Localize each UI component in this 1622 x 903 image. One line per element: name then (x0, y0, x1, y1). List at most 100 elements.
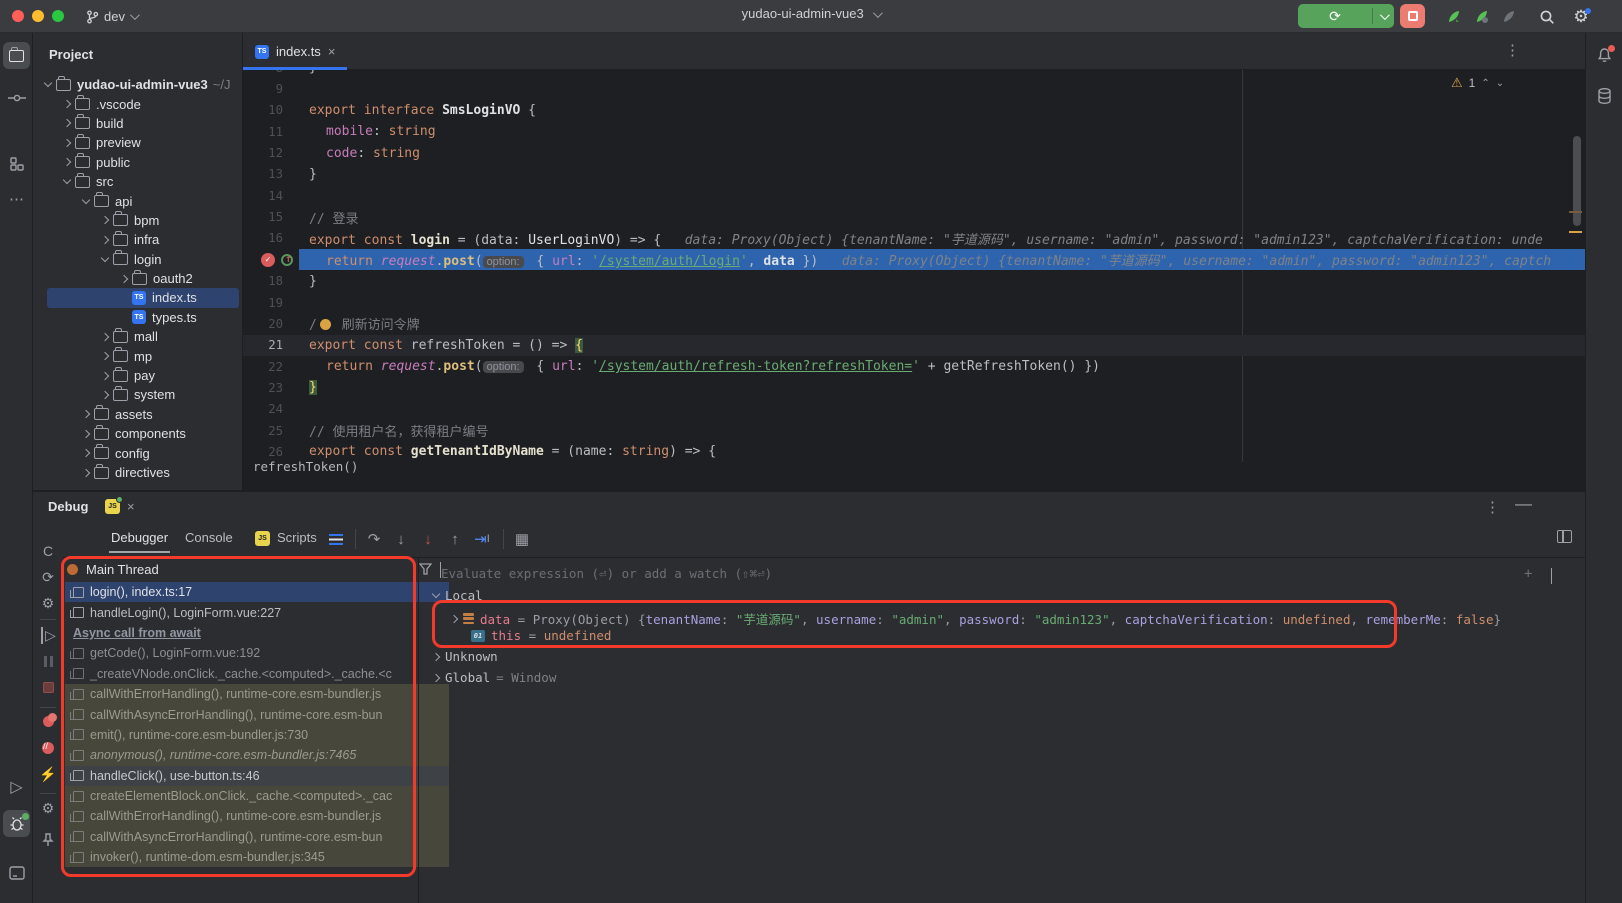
code-line-12[interactable]: 12code: string (243, 142, 1585, 163)
tree-item-public[interactable]: public (33, 153, 243, 172)
chevron-closed-icon[interactable] (96, 373, 113, 379)
chevron-closed-icon[interactable] (77, 470, 94, 476)
commit-tool-button[interactable] (3, 84, 30, 111)
tree-item-directives[interactable]: directives (33, 463, 243, 482)
debug-settings-icon[interactable]: ⚙ (33, 800, 63, 817)
layout-icon[interactable] (1557, 530, 1572, 543)
breakpoint-icon[interactable]: ✓ (261, 253, 275, 267)
line-number[interactable]: 11 (243, 125, 299, 139)
kebab-icon[interactable]: ⋮ (1505, 41, 1520, 59)
resume-icon[interactable]: ▷ (41, 627, 55, 644)
chevron-open-icon[interactable] (58, 180, 75, 183)
tree-item-types.ts[interactable]: TStypes.ts (33, 308, 243, 327)
tree-item-src[interactable]: src (33, 172, 243, 191)
stack-frame[interactable]: callWithErrorHandling(), runtime-core.es… (65, 684, 449, 704)
restart-icon[interactable]: ⟳ (33, 569, 63, 586)
tree-item-login[interactable]: login (33, 250, 243, 269)
code-line-26[interactable]: 26export const getTenantIdByName = (name… (243, 441, 1585, 462)
line-number[interactable]: 10 (243, 103, 299, 117)
code-line-24[interactable]: 24 (243, 399, 1585, 420)
line-number[interactable]: 13 (243, 167, 299, 181)
settings-gear-icon[interactable]: ⚙ (33, 595, 63, 612)
variable-this[interactable]: 01 this = undefined (471, 628, 611, 643)
stack-frame[interactable]: handleClick(), use-button.ts:46 (65, 766, 449, 786)
breadcrumb[interactable]: refreshToken() (253, 459, 358, 474)
stack-frame[interactable]: callWithAsyncErrorHandling(), runtime-co… (65, 704, 449, 724)
line-number[interactable]: 14 (243, 189, 299, 203)
thread-selector[interactable]: Main Thread (67, 558, 447, 580)
tree-item-index.ts[interactable]: TSindex.ts (33, 288, 243, 307)
line-number[interactable]: 8 (243, 70, 299, 75)
database-button[interactable] (1592, 83, 1617, 108)
code-line-17[interactable]: ✓return request.post(option: { url: '/sy… (243, 249, 1585, 270)
chevron-open-icon[interactable] (96, 258, 113, 261)
line-number[interactable]: 16 (243, 231, 299, 245)
code-line-18[interactable]: 18} (243, 271, 1585, 292)
tree-item-infra[interactable]: infra (33, 230, 243, 249)
chevron-closed-icon[interactable] (96, 237, 113, 243)
code-line-20[interactable]: 20/ 刷新访问令牌 (243, 313, 1585, 334)
close-icon[interactable]: × (328, 44, 336, 59)
notifications-button[interactable] (1592, 43, 1617, 68)
line-number[interactable]: 15 (243, 210, 299, 224)
profiler-icon[interactable] (1498, 6, 1520, 28)
stack-frame[interactable]: anonymous(), runtime-core.esm-bundler.js… (65, 745, 449, 765)
line-number[interactable]: 18 (243, 274, 299, 288)
chevron-closed-icon[interactable] (96, 334, 113, 340)
tree-item-build[interactable]: build (33, 114, 243, 133)
debug-session-tab[interactable]: JS × (105, 499, 135, 514)
debug-tool-button[interactable] (3, 810, 30, 837)
tree-item-system[interactable]: system (33, 385, 243, 404)
kebab-icon[interactable]: ⋮ (1485, 498, 1500, 516)
tree-item-oauth2[interactable]: oauth2 (33, 269, 243, 288)
chevron-closed-icon[interactable] (96, 392, 113, 398)
code-line-23[interactable]: 23} (243, 377, 1585, 398)
line-number[interactable]: 25 (243, 424, 299, 438)
stack-frame[interactable]: Async call from await (65, 623, 449, 643)
chevron-closed-icon[interactable] (58, 140, 75, 146)
code-line-14[interactable]: 14 (243, 185, 1585, 206)
code-line-19[interactable]: 19 (243, 292, 1585, 313)
stack-frame[interactable]: createElementBlock.onClick._cache.<compu… (65, 786, 449, 806)
search-icon[interactable] (1536, 6, 1558, 28)
variable-data[interactable]: data = Proxy(Object) {tenantName: "芋道源码"… (451, 609, 1501, 628)
minimize-icon[interactable]: — (1515, 494, 1532, 514)
chevron-closed-icon[interactable] (58, 159, 75, 165)
stack-frame[interactable]: callWithAsyncErrorHandling(), runtime-co… (65, 827, 449, 847)
stop-button[interactable] (1400, 4, 1425, 28)
pause-icon[interactable] (33, 654, 63, 670)
rerun-debug-icon[interactable]: C (33, 543, 63, 559)
step-into-icon[interactable]: ↓ (390, 528, 412, 550)
rerun-button[interactable]: ⟳ (1298, 4, 1394, 28)
close-icon[interactable]: × (127, 499, 135, 514)
stack-frame[interactable]: getCode(), LoginForm.vue:192 (65, 643, 449, 663)
run-to-cursor-icon[interactable]: ⇥I (471, 528, 493, 550)
line-number[interactable]: 12 (243, 146, 299, 160)
profiler-debug-icon[interactable] (1471, 6, 1493, 28)
settings-gear-icon[interactable]: ⚙ (1570, 6, 1592, 28)
line-number[interactable]: 23 (243, 381, 299, 395)
tab-console[interactable]: Console (185, 530, 233, 545)
tree-item-mp[interactable]: mp (33, 346, 243, 365)
stack-frame[interactable]: callWithErrorHandling(), runtime-core.es… (65, 806, 449, 826)
chevron-closed-icon[interactable] (77, 411, 94, 417)
layout-settings-icon[interactable] (325, 528, 347, 550)
tab-scripts[interactable]: Scripts (277, 530, 317, 545)
code-line-13[interactable]: 13} (243, 164, 1585, 185)
tree-item-api[interactable]: api (33, 191, 243, 210)
chevron-open-icon[interactable] (77, 200, 94, 203)
more-tools-button[interactable]: ⋯ (3, 185, 30, 212)
line-number[interactable]: 24 (243, 402, 299, 416)
tree-item-preview[interactable]: preview (33, 133, 243, 152)
profiler-run-icon[interactable] (1443, 6, 1465, 28)
scope-local[interactable]: Local (433, 588, 483, 603)
stack-frame[interactable]: emit(), runtime-core.esm-bundler.js:730 (65, 725, 449, 745)
project-tool-button[interactable] (3, 42, 30, 69)
tree-item-assets[interactable]: assets (33, 405, 243, 424)
line-number[interactable]: 22 (243, 360, 299, 374)
code-line-21[interactable]: 21export const refreshToken = () => { (243, 335, 1585, 356)
chevron-closed-icon[interactable] (77, 450, 94, 456)
stop-icon[interactable] (33, 680, 63, 696)
code-line-10[interactable]: 10export interface SmsLoginVO { (243, 100, 1585, 121)
lightning-icon[interactable]: ⚡ (33, 766, 63, 783)
